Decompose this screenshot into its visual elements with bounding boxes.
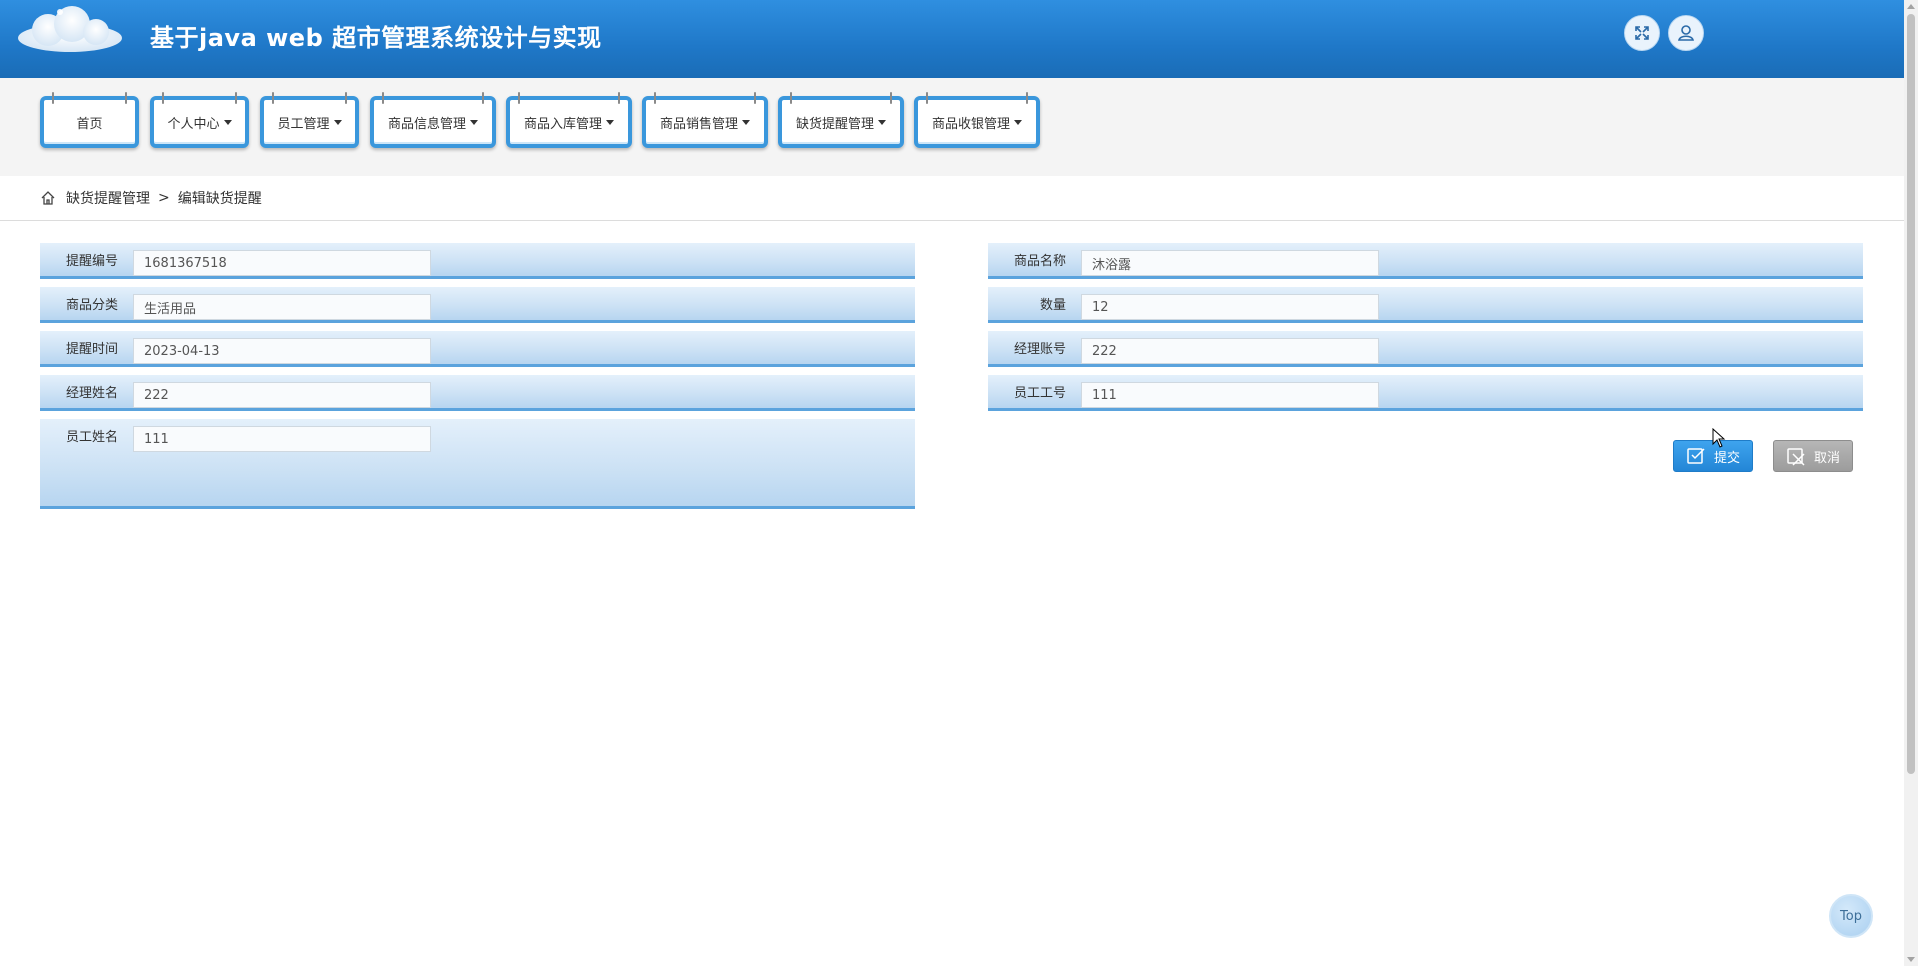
page-scrollbar[interactable] [1904, 0, 1918, 966]
main-nav: 首页 个人中心 员工管理 商品信息管理 商品入库管理 商品销售管理 缺货提醒管理… [0, 78, 1904, 176]
caret-down-icon [1014, 119, 1022, 125]
form-row-manager-account: 经理账号 [988, 331, 1863, 367]
employee-name-input[interactable] [133, 426, 431, 452]
close-square-icon [1787, 448, 1805, 466]
product-name-label: 商品名称 [1013, 254, 1066, 269]
nav-item-label: 商品收银管理 [931, 116, 1010, 132]
app-title: 基于java web 超市管理系统设计与实现 [150, 24, 602, 52]
nav-item-label: 首页 [76, 116, 103, 132]
reminder-no-input[interactable] [133, 250, 431, 276]
quantity-input[interactable] [1081, 294, 1379, 320]
nav-item-product-info-mgmt[interactable]: 商品信息管理 [370, 92, 496, 148]
user-icon [1678, 25, 1694, 41]
quantity-label: 数量 [1039, 298, 1066, 313]
scroll-down-icon[interactable] [1907, 957, 1915, 962]
manager-name-input[interactable] [133, 382, 431, 408]
caret-down-icon [606, 119, 614, 125]
home-icon[interactable] [40, 190, 56, 206]
form-row-category: 商品分类 [40, 287, 915, 323]
nav-item-employee-mgmt[interactable]: 员工管理 [260, 92, 359, 148]
form-row-employee-name: 员工姓名 [40, 419, 915, 509]
nav-item-stock-in-mgmt[interactable]: 商品入库管理 [506, 92, 632, 148]
form-row-quantity: 数量 [988, 287, 1863, 323]
breadcrumb-parent[interactable]: 缺货提醒管理 [66, 188, 150, 208]
manager-account-label: 经理账号 [1013, 342, 1066, 357]
form-row-employee-no: 员工工号 [988, 375, 1863, 411]
nav-item-home[interactable]: 首页 [40, 92, 139, 148]
reminder-no-label: 提醒编号 [65, 254, 118, 269]
breadcrumb: 缺货提醒管理 > 编辑缺货提醒 [0, 176, 1904, 221]
nav-item-label: 缺货提醒管理 [795, 116, 874, 132]
cloud-logo-icon [18, 6, 122, 52]
form-row-manager-name: 经理姓名 [40, 375, 915, 411]
caret-down-icon [742, 119, 750, 125]
nav-item-label: 商品入库管理 [523, 116, 602, 132]
remind-time-label: 提醒时间 [65, 342, 118, 357]
nav-item-personal-center[interactable]: 个人中心 [150, 92, 249, 148]
remind-time-input[interactable] [133, 338, 431, 364]
breadcrumb-separator: > [158, 190, 170, 206]
employee-no-label: 员工工号 [1013, 386, 1066, 401]
scrollbar-thumb[interactable] [1907, 14, 1915, 774]
form-row-reminder-no: 提醒编号 [40, 243, 915, 279]
nav-item-label: 商品信息管理 [387, 116, 466, 132]
nav-item-label: 个人中心 [167, 116, 220, 132]
caret-down-icon [223, 119, 232, 125]
back-to-top-button[interactable]: Top [1829, 894, 1873, 938]
form-row-product-name: 商品名称 [988, 243, 1863, 279]
nav-item-label: 商品销售管理 [659, 116, 738, 132]
form-row-remind-time: 提醒时间 [40, 331, 915, 367]
nav-item-cashier-mgmt[interactable]: 商品收银管理 [914, 92, 1040, 148]
scroll-up-icon[interactable] [1907, 4, 1915, 9]
fullscreen-button[interactable] [1624, 15, 1660, 51]
employee-name-label: 员工姓名 [65, 430, 118, 445]
app-header: 基于java web 超市管理系统设计与实现 [0, 0, 1904, 78]
manager-account-input[interactable] [1081, 338, 1379, 364]
product-name-input[interactable] [1081, 250, 1379, 276]
manager-name-label: 经理姓名 [65, 386, 118, 401]
category-label: 商品分类 [65, 298, 118, 313]
nav-item-label: 员工管理 [277, 116, 330, 132]
user-menu-button[interactable] [1668, 15, 1704, 51]
fullscreen-icon [1635, 26, 1649, 40]
caret-down-icon [333, 119, 342, 125]
check-square-icon [1687, 448, 1705, 464]
caret-down-icon [878, 119, 886, 125]
caret-down-icon [470, 119, 478, 125]
nav-item-sales-mgmt[interactable]: 商品销售管理 [642, 92, 768, 148]
employee-no-input[interactable] [1081, 382, 1379, 408]
cancel-label: 取消 [1813, 450, 1840, 466]
category-input[interactable] [133, 294, 431, 320]
nav-item-shortage-reminder-mgmt[interactable]: 缺货提醒管理 [778, 92, 904, 148]
cancel-button[interactable]: 取消 [1773, 440, 1853, 472]
breadcrumb-current: 编辑缺货提醒 [177, 191, 262, 207]
submit-label: 提交 [1713, 450, 1740, 466]
mouse-cursor-icon [1712, 428, 1726, 448]
